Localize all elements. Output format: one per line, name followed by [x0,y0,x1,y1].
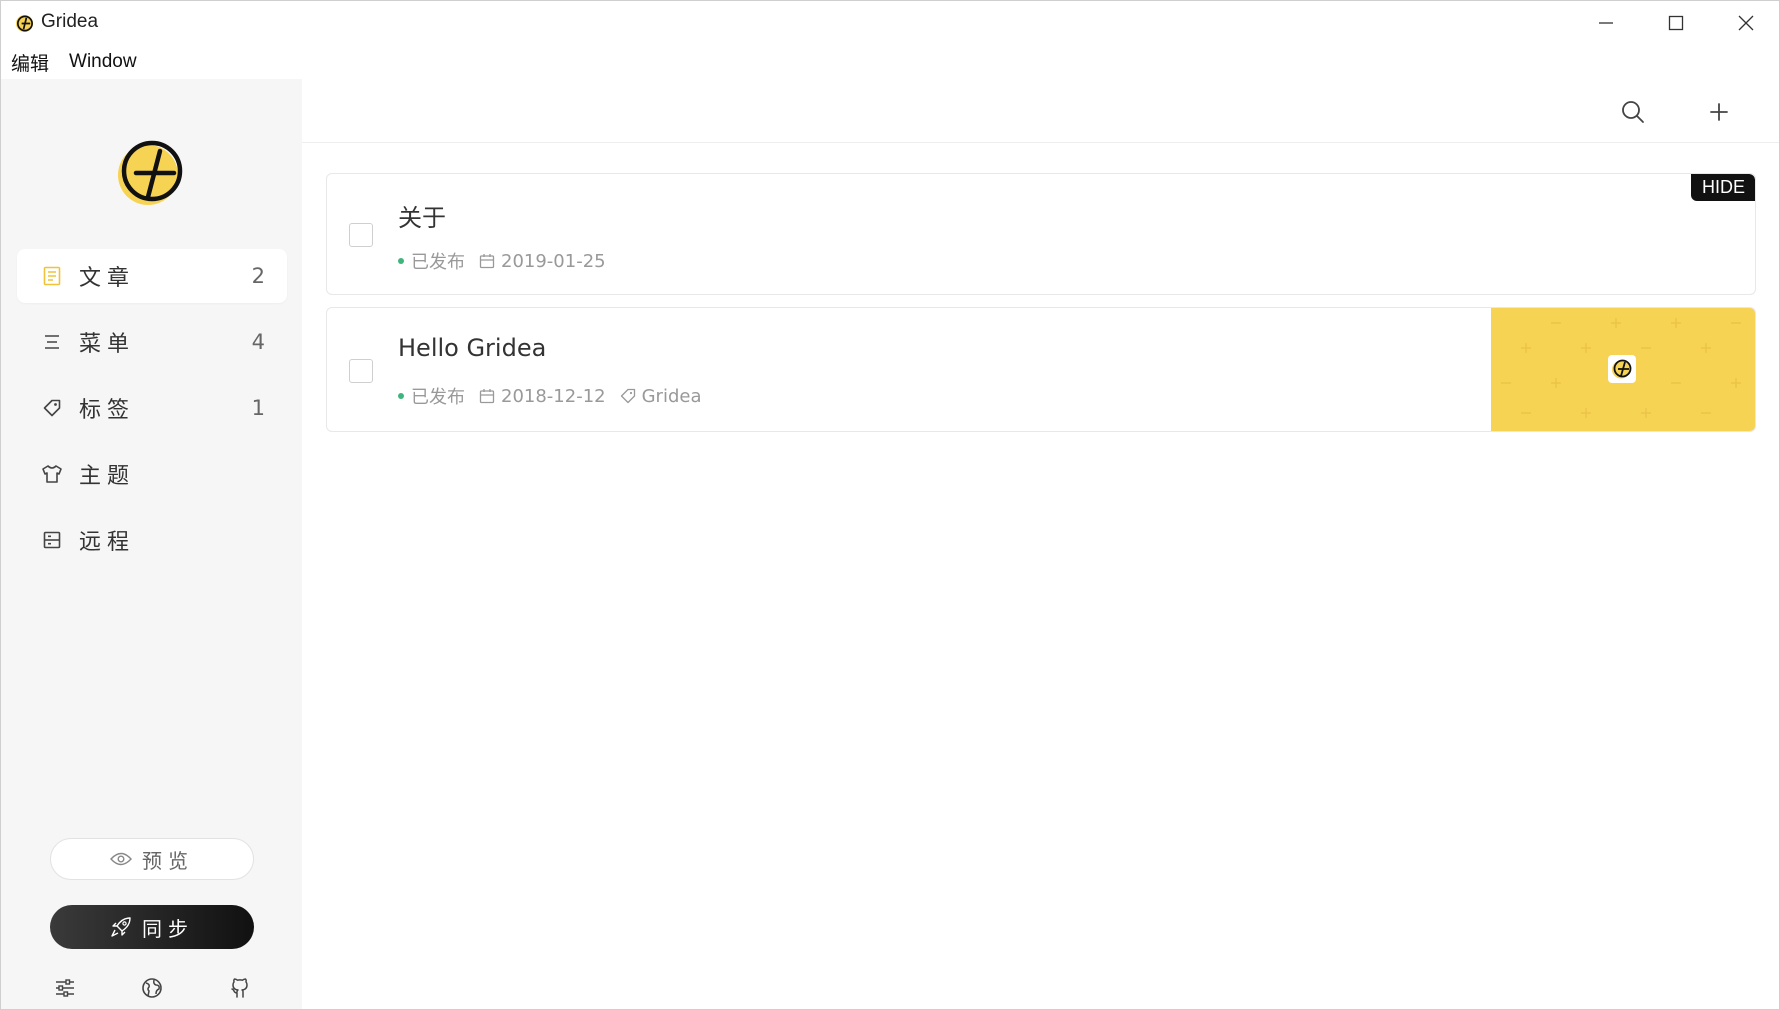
github-button[interactable] [227,975,253,1001]
globe-icon [142,978,162,998]
published-dot-icon [398,393,404,399]
preview-button[interactable]: 预览 [50,838,254,880]
post-date: 2018-12-12 [501,385,606,407]
menu-edit[interactable]: 编辑 [1,49,59,76]
article-icon [41,265,63,287]
sidebar-item-themes[interactable]: 主题 [17,447,287,501]
sync-label: 同步 [142,916,194,941]
sidebar-item-tags[interactable]: 标签 1 [17,381,287,435]
post-tag: Gridea [641,385,702,407]
post-thumbnail [1491,308,1755,431]
website-button[interactable] [139,975,165,1001]
post-meta: 已发布 2018-12-12 Gridea [398,383,702,409]
sidebar-item-count: 4 [251,330,265,354]
tag-icon [620,388,636,404]
close-icon [1738,15,1754,31]
post-status: 已发布 [411,387,465,408]
minimize-icon [1599,22,1613,24]
calendar-icon [479,253,495,269]
sync-button[interactable]: 同步 [50,905,254,949]
toolbar [302,79,1779,143]
hide-badge: HIDE [1690,174,1755,201]
main-content: 关于 已发布 2019-01-25 HIDE Hello Gridea 已发布 … [302,79,1779,1009]
window-title: Gridea [41,11,99,32]
minimize-button[interactable] [1571,1,1641,45]
post-checkbox[interactable] [349,223,373,247]
close-button[interactable] [1711,1,1780,45]
settings-icon [56,979,74,997]
post-checkbox[interactable] [349,359,373,383]
tag-icon [41,397,63,419]
thumbnail-logo [1608,355,1636,383]
menu-bar: 编辑 Window [1,45,1779,79]
post-meta: 已发布 2019-01-25 [398,248,606,274]
sidebar-item-label: 标签 [79,398,136,423]
sidebar-item-label: 文章 [79,266,136,291]
gridea-logo-icon [1612,359,1632,379]
sidebar: 文章 2 菜单 4 标签 1 主题 远程 预览 同步 [1,79,302,1009]
app-window: Gridea 编辑 Window 文章 2 菜单 4 标签 1 主题 远程 预览… [0,0,1780,1010]
calendar-icon [479,388,495,404]
post-date: 2019-01-25 [501,250,606,272]
sidebar-item-label: 菜单 [79,332,136,357]
settings-button[interactable] [52,975,78,1001]
rocket-icon [111,917,131,937]
eye-icon [110,852,132,866]
published-dot-icon [398,258,404,264]
sidebar-item-remote[interactable]: 远程 [17,513,287,567]
post-title: 关于 [398,204,446,232]
gridea-logo-icon [118,140,183,205]
maximize-icon [1668,15,1684,31]
server-icon [41,529,63,551]
shirt-icon [41,463,63,485]
app-logo-icon [15,14,34,33]
menu-window[interactable]: Window [59,51,147,73]
post-list-item[interactable]: Hello Gridea 已发布 2018-12-12 Gridea [326,307,1756,432]
search-icon [1622,101,1644,123]
sidebar-nav: 文章 2 菜单 4 标签 1 主题 远程 [17,249,287,579]
post-list-item[interactable]: 关于 已发布 2019-01-25 HIDE [326,173,1756,295]
maximize-button[interactable] [1641,1,1711,45]
sidebar-item-count: 2 [251,264,265,288]
sidebar-item-count: 1 [251,396,265,420]
github-icon [231,978,248,998]
post-status: 已发布 [411,252,465,273]
sidebar-item-label: 主题 [79,464,136,489]
add-post-button[interactable] [1704,97,1734,127]
search-button[interactable] [1618,97,1648,127]
post-title: Hello Gridea [398,334,547,362]
title-bar: Gridea [1,1,1779,45]
sidebar-item-menus[interactable]: 菜单 4 [17,315,287,369]
menu-icon [41,331,63,353]
preview-label: 预览 [142,848,194,873]
sidebar-item-articles[interactable]: 文章 2 [17,249,287,303]
sidebar-item-label: 远程 [79,530,136,555]
add-icon [1710,103,1728,121]
